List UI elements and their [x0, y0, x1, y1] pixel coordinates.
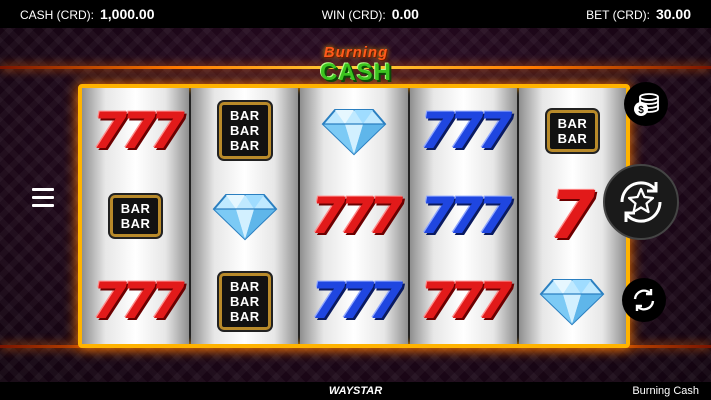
game-logo: Burning CASH — [303, 44, 409, 98]
reel-frame: 777 BAR BAR 777 BAR BAR BAR BAR BAR BAR 777 777 777 7… — [78, 84, 630, 348]
reel-2: BAR BAR BAR BAR BAR BAR — [191, 88, 299, 344]
reel-cell: 777 — [82, 88, 189, 173]
reel-cell — [300, 88, 407, 173]
bar-text: BAR — [229, 108, 260, 124]
reel-cell: 777 — [82, 259, 189, 344]
triple-seven-blue-symbol: 777 — [420, 101, 512, 160]
autoplay-arrows-icon — [633, 289, 655, 311]
triple-seven-red-symbol: 777 — [420, 272, 512, 331]
svg-text:$: $ — [638, 105, 644, 116]
bet-settings-button[interactable]: $ — [624, 82, 668, 126]
triple-seven-red-symbol: 777 — [92, 272, 184, 331]
triple-seven-red-symbol: 777 — [92, 101, 184, 160]
diamond-symbol — [540, 279, 605, 326]
autoplay-button[interactable] — [622, 278, 666, 322]
reel-cell: 777 — [300, 259, 407, 344]
bet-value: 30.00 — [655, 6, 691, 22]
bar-text: BAR — [557, 115, 588, 131]
reel-cell — [519, 259, 626, 344]
double-bar-symbol: BAR BAR — [546, 109, 599, 152]
triple-seven-blue-symbol: 777 — [420, 186, 512, 245]
reel-4: 777 777 777 — [409, 88, 517, 344]
bet-label: BET (CRD): — [586, 8, 650, 22]
reel-cell — [191, 173, 298, 258]
bar-text: BAR — [229, 123, 260, 139]
double-bar-symbol: BAR BAR — [109, 194, 162, 237]
reel-cell: 777 — [410, 173, 517, 258]
diamond-symbol — [212, 193, 278, 241]
win-display: WIN (CRD): 0.00 — [322, 6, 419, 22]
reel-cell: 777 — [410, 259, 517, 344]
win-label: WIN (CRD): — [321, 8, 386, 22]
reel-3: 777 777 — [300, 88, 408, 344]
reel-cell: 777 — [410, 88, 517, 173]
logo-line-2: CASH — [319, 59, 392, 86]
reel-1: 777 BAR BAR 777 — [82, 88, 190, 344]
reels-grid: 777 BAR BAR 777 BAR BAR BAR BAR BAR BAR 777 777 777 7… — [82, 88, 627, 344]
bar-text: BAR — [120, 215, 151, 231]
triple-bar-symbol: BAR BAR BAR — [218, 272, 271, 330]
bar-text: BAR — [557, 130, 588, 146]
win-value: 0.00 — [391, 6, 419, 22]
bar-text: BAR — [229, 308, 260, 324]
spin-star-icon — [620, 181, 662, 223]
bar-text: BAR — [229, 138, 260, 154]
triple-bar-symbol: BAR BAR BAR — [218, 102, 271, 160]
provider-brand: WAYSTAR — [328, 385, 383, 397]
spin-button[interactable] — [603, 164, 679, 240]
top-status-bar: CASH (CRD): 1,000.00 WIN (CRD): 0.00 BET… — [0, 0, 711, 28]
reel-cell: BAR BAR — [82, 173, 189, 258]
game-name: Burning Cash — [632, 385, 699, 397]
hamburger-menu-icon[interactable] — [32, 188, 54, 210]
bet-display: BET (CRD): 30.00 — [586, 6, 691, 22]
cash-display: CASH (CRD): 1,000.00 — [20, 6, 155, 22]
diamond-symbol — [321, 108, 387, 156]
seven-red-symbol: 7 — [549, 176, 596, 254]
reel-cell: BAR BAR BAR — [191, 259, 298, 344]
reel-cell: 777 — [300, 173, 407, 258]
triple-seven-blue-symbol: 777 — [310, 272, 403, 331]
bar-text: BAR — [120, 200, 151, 216]
footer-bar: WAYSTAR Burning Cash — [0, 382, 711, 400]
triple-seven-red-symbol: 777 — [310, 186, 403, 245]
bar-text: BAR — [229, 278, 260, 294]
cash-value: 1,000.00 — [100, 6, 155, 22]
reel-cell: BAR BAR BAR — [191, 88, 298, 173]
bar-text: BAR — [229, 293, 260, 309]
coin-stack-icon: $ — [634, 93, 659, 116]
reel-cell: BAR BAR — [519, 88, 626, 173]
cash-label: CASH (CRD): — [20, 8, 94, 22]
